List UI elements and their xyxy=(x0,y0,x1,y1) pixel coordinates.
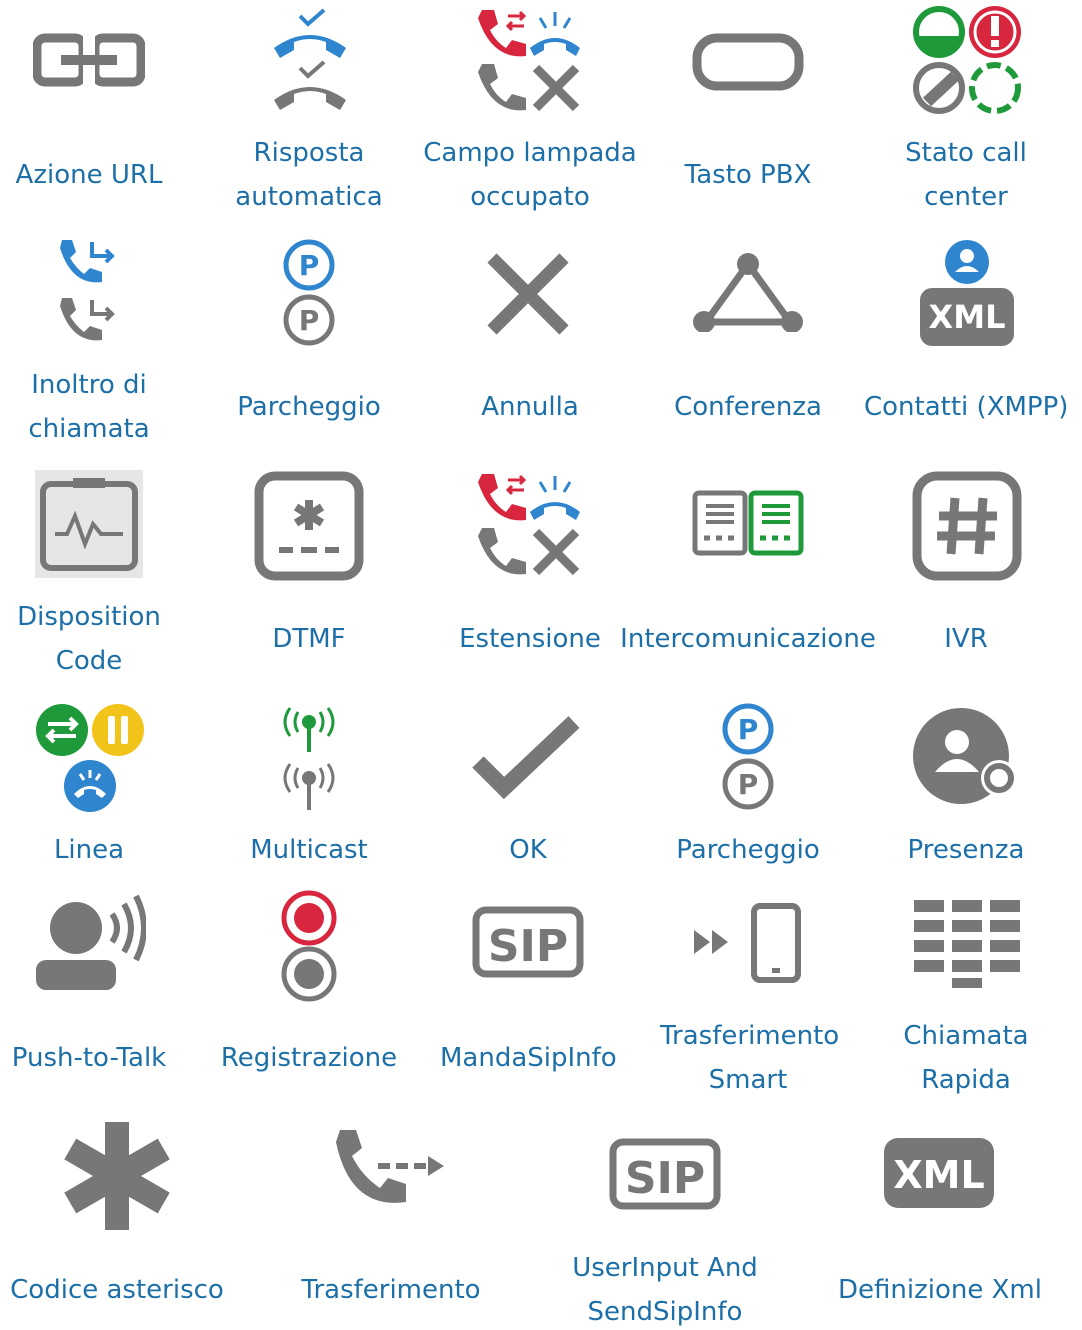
svg-text:P: P xyxy=(299,249,320,282)
grid-label: Definizione Xml xyxy=(838,1275,1042,1305)
asterisk-icon xyxy=(64,1122,170,1230)
grid-item-mandasipinfo[interactable]: SIP MandaSipInfo xyxy=(440,886,617,1108)
grid-item-ivr[interactable]: IVR xyxy=(878,464,1054,684)
grid-item-risposta-automatica[interactable]: Risposta automatica xyxy=(220,0,398,220)
grid-label: Codice asterisco xyxy=(10,1275,224,1305)
grid-label: Azione URL xyxy=(15,160,163,190)
grid-item-parcheggio-1[interactable]: P P Parcheggio xyxy=(220,232,398,452)
link-icon xyxy=(33,32,145,88)
transfer-icon xyxy=(336,1130,444,1203)
push-to-talk-icon xyxy=(36,894,146,990)
grid-item-stato-call-center[interactable]: Stato call center xyxy=(878,0,1054,220)
grid-item-trasferimento-smart[interactable]: Trasferimento Smart xyxy=(660,886,840,1108)
busy-lamp-field-icon xyxy=(478,10,580,112)
grid-item-definizione-xml[interactable]: XML Definizione Xml xyxy=(836,1118,1044,1330)
grid-label: Annulla xyxy=(481,392,579,422)
call-forward-icon xyxy=(60,240,115,341)
dtmf-icon xyxy=(254,471,364,581)
grid-label: Presenza xyxy=(907,835,1025,865)
svg-text:P: P xyxy=(299,304,320,337)
call-center-status-icon xyxy=(913,6,1021,114)
grid-label: Intercomunicazione xyxy=(620,624,876,654)
smart-transfer-icon xyxy=(694,903,801,983)
grid-label: IVR xyxy=(944,624,988,654)
svg-text:XML: XML xyxy=(893,1153,984,1197)
pbx-key-icon xyxy=(692,33,804,91)
grid-label: DTMF xyxy=(272,624,346,654)
grid-item-inoltro-chiamata[interactable]: Inoltro di chiamata xyxy=(0,232,178,452)
grid-item-parcheggio-2[interactable]: P P Parcheggio xyxy=(660,696,836,876)
disposition-code-icon xyxy=(35,470,143,578)
grid-item-multicast[interactable]: Multicast xyxy=(220,696,398,876)
grid-label: Registrazione xyxy=(220,1043,398,1073)
ivr-hash-icon xyxy=(912,471,1022,581)
grid-label: Disposition Code xyxy=(17,602,161,676)
svg-text:P: P xyxy=(738,713,759,746)
xmpp-contacts-icon: XML xyxy=(920,240,1014,346)
svg-text:XML: XML xyxy=(929,298,1006,336)
grid-label: Push-to-Talk xyxy=(11,1043,167,1073)
park-icon: P P xyxy=(283,239,335,346)
svg-text:SIP: SIP xyxy=(488,921,568,972)
grid-label: Risposta automatica xyxy=(235,138,383,212)
extension-icon xyxy=(478,474,580,576)
grid-item-conferenza[interactable]: Conferenza xyxy=(660,232,836,452)
grid-item-annulla[interactable]: Annulla xyxy=(420,232,640,452)
auto-answer-icon xyxy=(274,8,346,110)
grid-item-campo-lampada[interactable]: Campo lampada occupato xyxy=(420,0,640,220)
grid-label: Parcheggio xyxy=(676,835,820,865)
svg-text:SIP: SIP xyxy=(625,1153,705,1204)
grid-label: Chiamata Rapida xyxy=(903,1021,1029,1095)
grid-item-disposition-code[interactable]: Disposition Code xyxy=(0,464,178,684)
xml-icon: XML xyxy=(884,1138,994,1208)
conference-icon xyxy=(693,253,803,332)
grid-label: Trasferimento xyxy=(301,1275,481,1305)
speed-dial-icon xyxy=(914,900,1020,988)
grid-item-trasferimento[interactable]: Trasferimento xyxy=(290,1118,492,1330)
grid-label: Inoltro di chiamata xyxy=(28,370,150,444)
grid-item-userinput-sendsipinfo[interactable]: SIP UserInput And SendSipInfo xyxy=(560,1118,770,1330)
grid-label: Tasto PBX xyxy=(684,160,812,190)
grid-item-linea[interactable]: Linea xyxy=(0,696,178,876)
park-icon: P P xyxy=(722,703,774,810)
line-icon xyxy=(36,704,144,812)
grid-label: Conferenza xyxy=(674,392,822,422)
grid-label: Linea xyxy=(53,835,125,865)
grid-item-codice-asterisco[interactable]: Codice asterisco xyxy=(0,1118,234,1330)
grid-label: Campo lampada occupato xyxy=(423,138,637,212)
intercom-icon xyxy=(692,490,804,556)
grid-label: Contatti (XMPP) xyxy=(864,392,1069,422)
grid-label: Estensione xyxy=(459,624,601,654)
multicast-icon xyxy=(283,707,335,810)
grid-item-chiamata-rapida[interactable]: Chiamata Rapida xyxy=(878,886,1054,1108)
grid-label: Trasferimento Smart xyxy=(660,1021,840,1095)
grid-item-presenza[interactable]: Presenza xyxy=(878,696,1054,876)
grid-label: UserInput And SendSipInfo xyxy=(572,1253,758,1327)
grid-item-intercomunicazione[interactable]: Intercomunicazione xyxy=(620,464,876,684)
ok-check-icon xyxy=(472,716,580,800)
grid-item-tasto-pbx[interactable]: Tasto PBX xyxy=(660,0,836,220)
grid-item-ok[interactable]: OK xyxy=(440,696,616,876)
grid-label: OK xyxy=(509,835,547,865)
grid-label: Multicast xyxy=(250,835,368,865)
grid-item-azione-url[interactable]: Azione URL xyxy=(0,0,178,220)
sip-icon: SIP xyxy=(472,906,584,978)
grid-item-dtmf[interactable]: DTMF xyxy=(220,464,398,684)
grid-label: Parcheggio xyxy=(237,392,381,422)
sip-icon: SIP xyxy=(609,1138,721,1210)
presence-icon xyxy=(913,708,1017,804)
grid-item-push-to-talk[interactable]: Push-to-Talk xyxy=(0,886,178,1108)
grid-item-estensione[interactable]: Estensione xyxy=(420,464,640,684)
cancel-x-icon xyxy=(487,253,569,335)
grid-label: Stato call center xyxy=(905,138,1027,212)
svg-text:P: P xyxy=(738,768,759,801)
record-icon xyxy=(281,890,337,1002)
grid-label: MandaSipInfo xyxy=(440,1043,617,1073)
grid-item-contatti-xmpp[interactable]: XML Contatti (XMPP) xyxy=(864,232,1068,452)
grid-item-registrazione[interactable]: Registrazione xyxy=(220,886,398,1108)
